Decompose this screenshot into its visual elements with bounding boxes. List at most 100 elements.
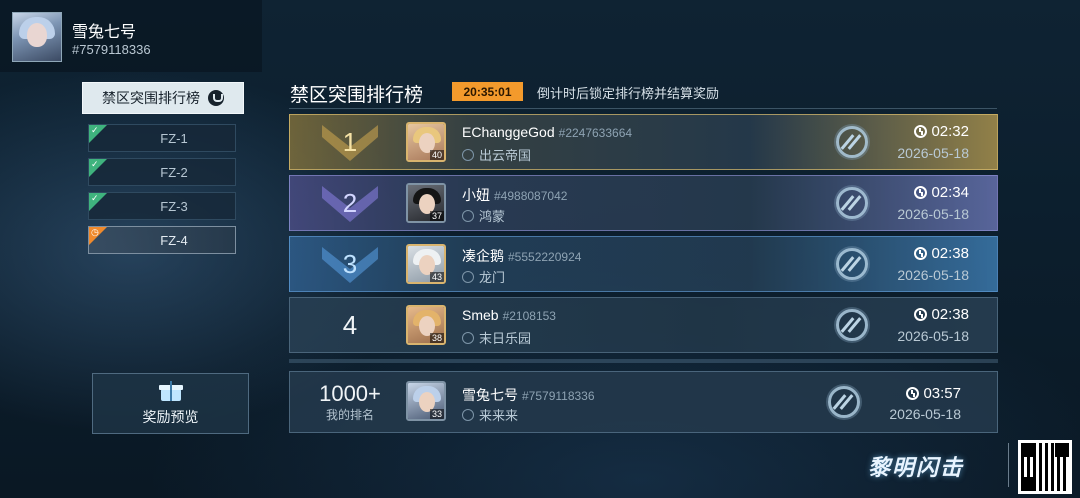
ranked-player-id: #7579118336 xyxy=(522,389,595,403)
my-rank-row[interactable]: 1000+ 我的排名 33 雪兔七号 #7579118336 来来来 03:57 … xyxy=(289,371,998,433)
sub-tab-fz-4[interactable]: ◷ FZ-4 xyxy=(88,226,236,254)
ranked-player-name: 凑企鹅 xyxy=(462,248,504,264)
leaderboard-icon xyxy=(208,90,224,106)
clear-time: 02:38 xyxy=(914,245,969,262)
avatar[interactable]: 33 xyxy=(406,381,446,421)
avatar[interactable]: 37 xyxy=(406,183,446,223)
guild-cell: 出云帝国 xyxy=(462,145,531,164)
rank-number: 2 xyxy=(342,187,358,218)
clear-time-value: 03:57 xyxy=(923,385,961,402)
countdown-timer: 20:35:01 xyxy=(452,82,523,101)
divider xyxy=(1008,443,1009,487)
countdown-note: 倒计时后锁定排行榜并结算奖励 xyxy=(537,87,720,102)
guild-icon xyxy=(462,332,474,344)
sub-tab-fz-1[interactable]: ✓ FZ-1 xyxy=(88,124,236,152)
list-scroll-edge xyxy=(289,359,998,363)
sub-tab-label: FZ-1 xyxy=(160,130,188,146)
level-badge: 37 xyxy=(429,211,444,221)
ranking-row[interactable]: 2 37 小妞 #4988087042 鸿蒙 02:34 2026-05-18 xyxy=(289,175,998,231)
ranked-player-id: #2108153 xyxy=(502,309,556,323)
ranked-player-id: #5552220924 xyxy=(508,250,582,264)
gift-icon xyxy=(158,380,183,401)
player-name-cell: 凑企鹅 #5552220924 xyxy=(462,246,581,266)
level-badge: 38 xyxy=(429,333,444,343)
sub-tab-label: FZ-4 xyxy=(160,232,188,248)
guild-cell: 末日乐园 xyxy=(462,328,531,347)
player-id: #7579118336 xyxy=(72,42,151,57)
clock-icon xyxy=(914,125,928,138)
reward-preview-button[interactable]: 奖励预览 xyxy=(92,373,249,434)
panel-title: 禁区突围排行榜 xyxy=(290,84,424,106)
clock-icon xyxy=(914,186,928,199)
clear-time-value: 02:38 xyxy=(931,306,969,323)
clear-date: 2026-05-18 xyxy=(897,267,969,283)
tab-leaderboard-label: 禁区突围排行榜 xyxy=(102,91,200,107)
guild-name: 出云帝国 xyxy=(479,149,532,164)
avatar[interactable]: 40 xyxy=(406,122,446,162)
rank-number: 1 xyxy=(342,126,358,157)
player-name-cell: 雪兔七号 #7579118336 xyxy=(462,385,595,405)
ranking-row[interactable]: 3 43 凑企鹅 #5552220924 龙门 02:38 2026-05-18 xyxy=(289,236,998,292)
guild-icon xyxy=(462,271,474,283)
rank-number: 3 xyxy=(342,248,358,279)
clear-date: 2026-05-18 xyxy=(897,206,969,222)
player-header: 雪兔七号 #7579118336 xyxy=(0,0,262,72)
ranking-row[interactable]: 1 40 EChanggeGod #2247633664 出云帝国 02:32 2… xyxy=(289,114,998,170)
guild-icon xyxy=(462,149,474,161)
level-badge: 43 xyxy=(429,272,444,282)
avatar[interactable]: 43 xyxy=(406,244,446,284)
divider xyxy=(289,108,997,109)
guild-cell: 鸿蒙 xyxy=(462,206,505,225)
reward-preview-label: 奖励预览 xyxy=(142,409,199,426)
replay-badge-icon[interactable] xyxy=(828,386,860,418)
player-avatar[interactable] xyxy=(12,12,62,62)
guild-name: 鸿蒙 xyxy=(479,210,506,225)
guild-icon xyxy=(462,210,474,222)
clock-icon xyxy=(914,247,928,260)
avatar[interactable]: 38 xyxy=(406,305,446,345)
clock-icon xyxy=(906,387,920,400)
level-badge: 33 xyxy=(429,409,444,419)
clock-icon xyxy=(914,308,928,321)
ranked-player-id: #4988087042 xyxy=(494,189,568,203)
clear-time: 02:32 xyxy=(914,123,969,140)
guild-cell: 来来来 xyxy=(462,405,518,424)
replay-badge-icon[interactable] xyxy=(836,248,868,280)
guild-icon xyxy=(462,409,474,421)
guild-cell: 龙门 xyxy=(462,267,505,286)
player-name-cell: 小妞 #4988087042 xyxy=(462,185,567,205)
clear-date: 2026-05-18 xyxy=(897,328,969,344)
sub-tab-fz-3[interactable]: ✓ FZ-3 xyxy=(88,192,236,220)
ranked-player-name: 雪兔七号 xyxy=(462,387,518,403)
ranked-player-name: EChanggeGod xyxy=(462,124,555,140)
guild-name: 龙门 xyxy=(479,271,506,286)
ranked-player-name: Smeb xyxy=(462,307,499,323)
my-rank-number: 1000+ xyxy=(319,381,381,406)
replay-badge-icon[interactable] xyxy=(836,126,868,158)
clear-date: 2026-05-18 xyxy=(889,406,961,422)
ranking-row[interactable]: 4 38 Smeb #2108153 末日乐园 02:38 2026-05-18 xyxy=(289,297,998,353)
sub-tab-fz-2[interactable]: ✓ FZ-2 xyxy=(88,158,236,186)
clear-time: 02:38 xyxy=(914,306,969,323)
game-logo: 黎明闪击 xyxy=(868,456,965,481)
clear-time: 02:34 xyxy=(914,184,969,201)
ranked-player-id: #2247633664 xyxy=(558,126,633,140)
replay-badge-icon[interactable] xyxy=(836,309,868,341)
replay-badge-icon[interactable] xyxy=(836,187,868,219)
guild-name: 来来来 xyxy=(479,409,519,424)
clear-time-value: 02:34 xyxy=(931,184,969,201)
tab-leaderboard[interactable]: 禁区突围排行榜 xyxy=(82,82,244,114)
qr-code xyxy=(1018,440,1072,494)
player-name: 雪兔七号 xyxy=(72,22,137,41)
guild-name: 末日乐园 xyxy=(479,332,532,347)
clear-time: 03:57 xyxy=(906,385,961,402)
sub-tab-label: FZ-2 xyxy=(160,164,188,180)
clear-time-value: 02:38 xyxy=(931,245,969,262)
ranked-player-name: 小妞 xyxy=(462,187,490,203)
sub-tab-label: FZ-3 xyxy=(160,198,188,214)
player-name-cell: Smeb #2108153 xyxy=(462,307,556,323)
player-name-cell: EChanggeGod #2247633664 xyxy=(462,124,632,140)
clear-date: 2026-05-18 xyxy=(897,145,969,161)
clear-time-value: 02:32 xyxy=(931,123,969,140)
rank-number: 4 xyxy=(342,309,358,340)
